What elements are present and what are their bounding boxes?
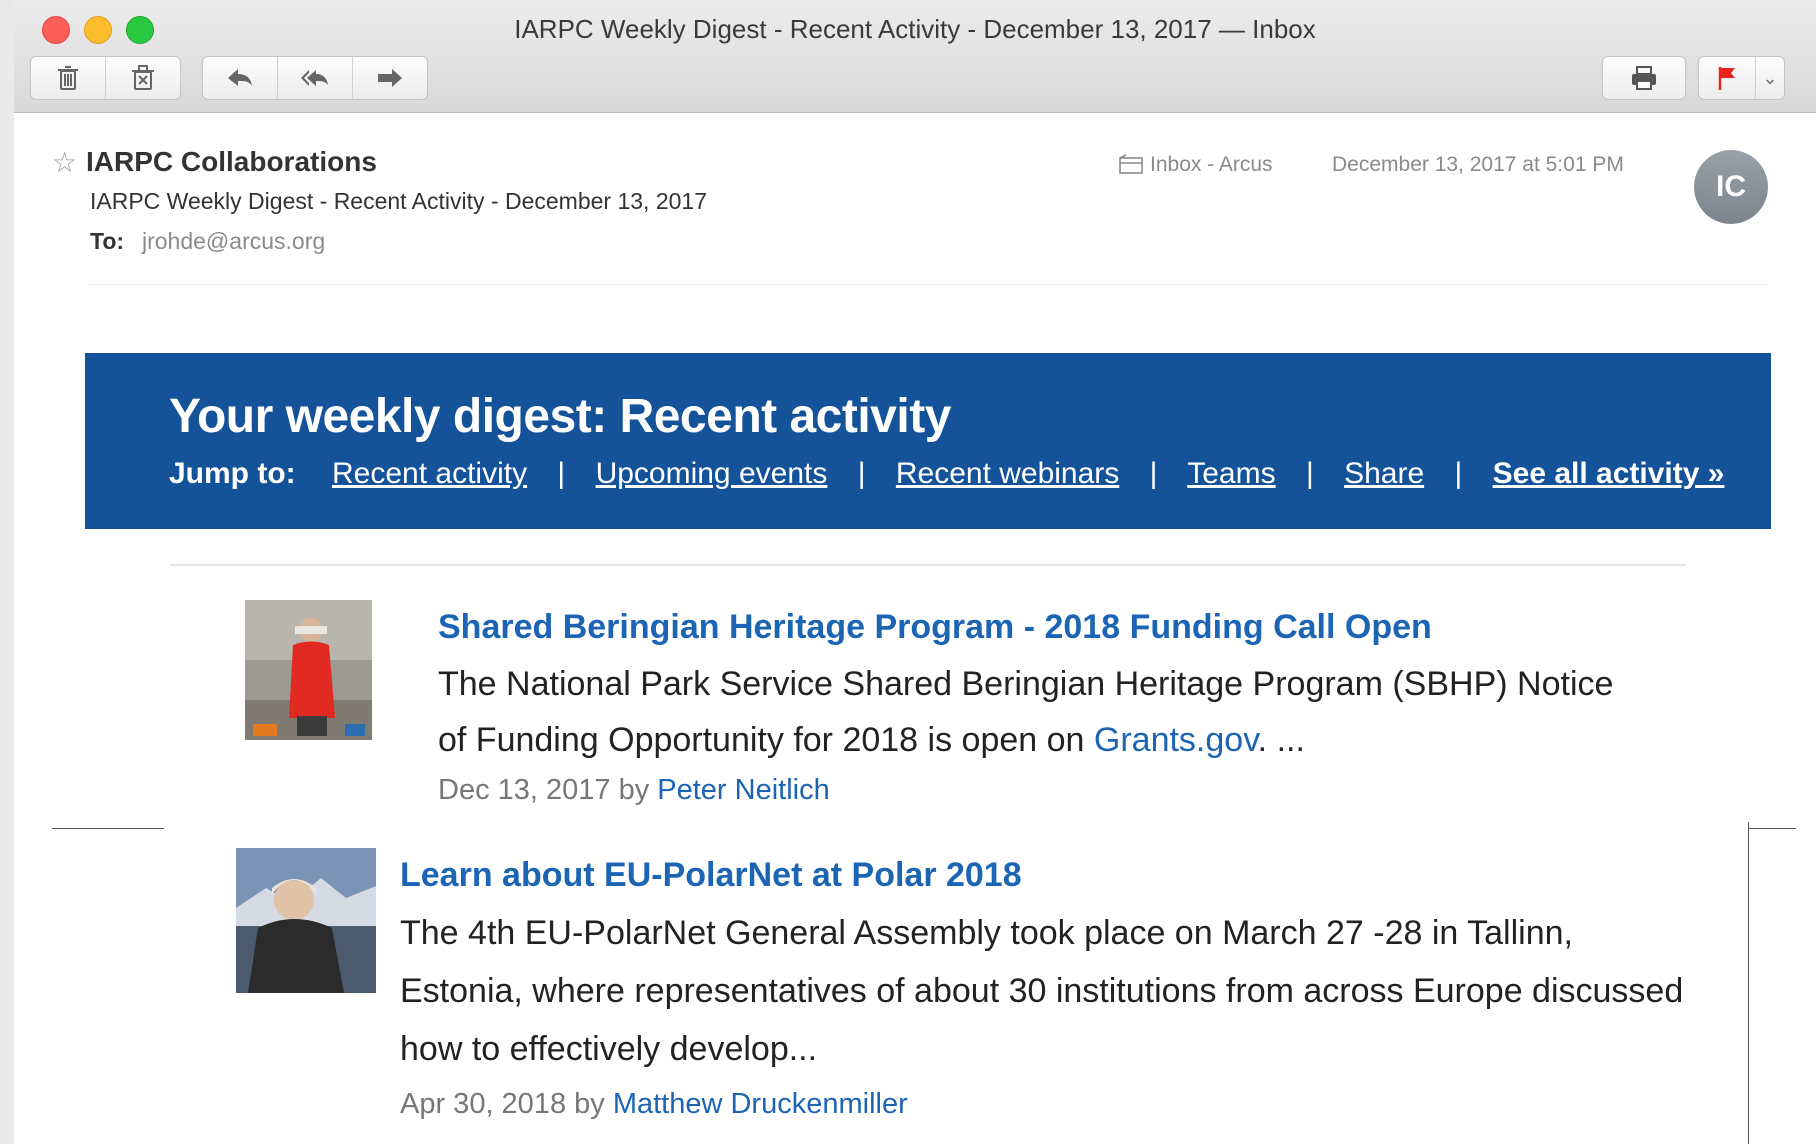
jump-separator: |: [857, 457, 866, 490]
grants-gov-link[interactable]: Grants.gov: [1094, 721, 1258, 759]
item-summary: The National Park Service Shared Beringi…: [438, 656, 1638, 768]
jump-to-nav: Jump to: Recent activity | Upcoming even…: [169, 457, 1724, 491]
author-photo: [236, 848, 376, 993]
jump-separator: |: [1454, 457, 1463, 490]
window-edge: [0, 0, 14, 1144]
author-link[interactable]: Matthew Druckenmiller: [613, 1088, 908, 1120]
mail-window: IARPC Weekly Digest - Recent Activity - …: [0, 0, 1816, 1144]
chevron-down-icon: ⌄: [1762, 67, 1778, 88]
item-summary-ellipsis: . ...: [1257, 721, 1305, 759]
sender-name[interactable]: IARPC Collaborations: [86, 146, 377, 178]
item-date: Apr 30, 2018 by: [400, 1088, 605, 1120]
forward-icon: [378, 69, 402, 87]
sender-avatar: IC: [1694, 150, 1768, 224]
mailbox-name: Inbox - Arcus: [1150, 153, 1273, 176]
author-photo: [245, 600, 372, 740]
print-group: [1602, 56, 1686, 100]
reply-group: [202, 56, 428, 100]
flag-group: ⌄: [1698, 56, 1785, 100]
jump-link-teams[interactable]: Teams: [1187, 457, 1275, 490]
item-title-link[interactable]: Shared Beringian Heritage Program - 2018…: [438, 608, 1432, 647]
message-subject: IARPC Weekly Digest - Recent Activity - …: [90, 188, 707, 214]
jump-separator: |: [557, 457, 566, 490]
message-date: December 13, 2017 at 5:01 PM: [1332, 153, 1624, 176]
banner-title: Your weekly digest: Recent activity: [169, 390, 951, 443]
reply-all-button[interactable]: [278, 57, 353, 99]
junk-icon: [132, 65, 154, 90]
jump-link-recent-webinars[interactable]: Recent webinars: [896, 457, 1119, 490]
jump-to-label: Jump to:: [169, 457, 296, 490]
jump-link-share[interactable]: Share: [1344, 457, 1424, 490]
jump-separator: |: [1305, 457, 1314, 490]
trash-icon: [58, 66, 78, 90]
mailbox-icon: [1119, 154, 1143, 174]
print-button[interactable]: [1603, 57, 1685, 99]
item-summary: The 4th EU-PolarNet General Assembly too…: [400, 914, 1684, 1068]
recipient-address[interactable]: jrohde@arcus.org: [142, 228, 325, 255]
reply-all-icon: [301, 70, 328, 86]
item-date: Dec 13, 2017 by: [438, 774, 650, 806]
author-link[interactable]: Peter Neitlich: [657, 774, 829, 806]
junk-button[interactable]: [106, 57, 180, 99]
window-title: IARPC Weekly Digest - Recent Activity - …: [514, 14, 1316, 44]
jump-link-see-all-activity[interactable]: See all activity »: [1493, 457, 1725, 490]
item-summary-text: The National Park Service Shared Beringi…: [438, 665, 1614, 759]
forward-button[interactable]: [353, 57, 427, 99]
delete-junk-group: [30, 56, 181, 100]
star-icon[interactable]: ☆: [52, 146, 77, 179]
flag-button[interactable]: [1699, 57, 1756, 99]
to-label: To:: [90, 228, 125, 254]
title-bar: IARPC Weekly Digest - Recent Activity - …: [14, 0, 1816, 113]
item-meta: Apr 30, 2018 by Matthew Druckenmiller: [400, 1088, 908, 1121]
digest-banner: Your weekly digest: Recent activity Jump…: [85, 353, 1771, 529]
header-divider: [88, 284, 1768, 285]
vertical-divider: [1748, 822, 1749, 1144]
mailbox-label: Inbox - Arcus: [1118, 153, 1273, 177]
reply-button[interactable]: [203, 57, 278, 99]
item-title-link[interactable]: Learn about EU-PolarNet at Polar 2018: [400, 856, 1022, 895]
printer-icon: [1632, 66, 1656, 90]
flag-icon: [1718, 67, 1735, 90]
item-meta: Dec 13, 2017 by Peter Neitlich: [438, 774, 830, 807]
reply-icon: [228, 69, 252, 86]
right-divider: [1748, 828, 1796, 829]
content-divider: [170, 564, 1686, 566]
left-divider: [52, 828, 164, 829]
jump-separator: |: [1149, 457, 1158, 490]
jump-link-upcoming-events[interactable]: Upcoming events: [596, 457, 828, 490]
jump-link-recent-activity[interactable]: Recent activity: [332, 457, 527, 490]
delete-button[interactable]: [31, 57, 106, 99]
flag-menu-button[interactable]: ⌄: [1756, 57, 1784, 99]
